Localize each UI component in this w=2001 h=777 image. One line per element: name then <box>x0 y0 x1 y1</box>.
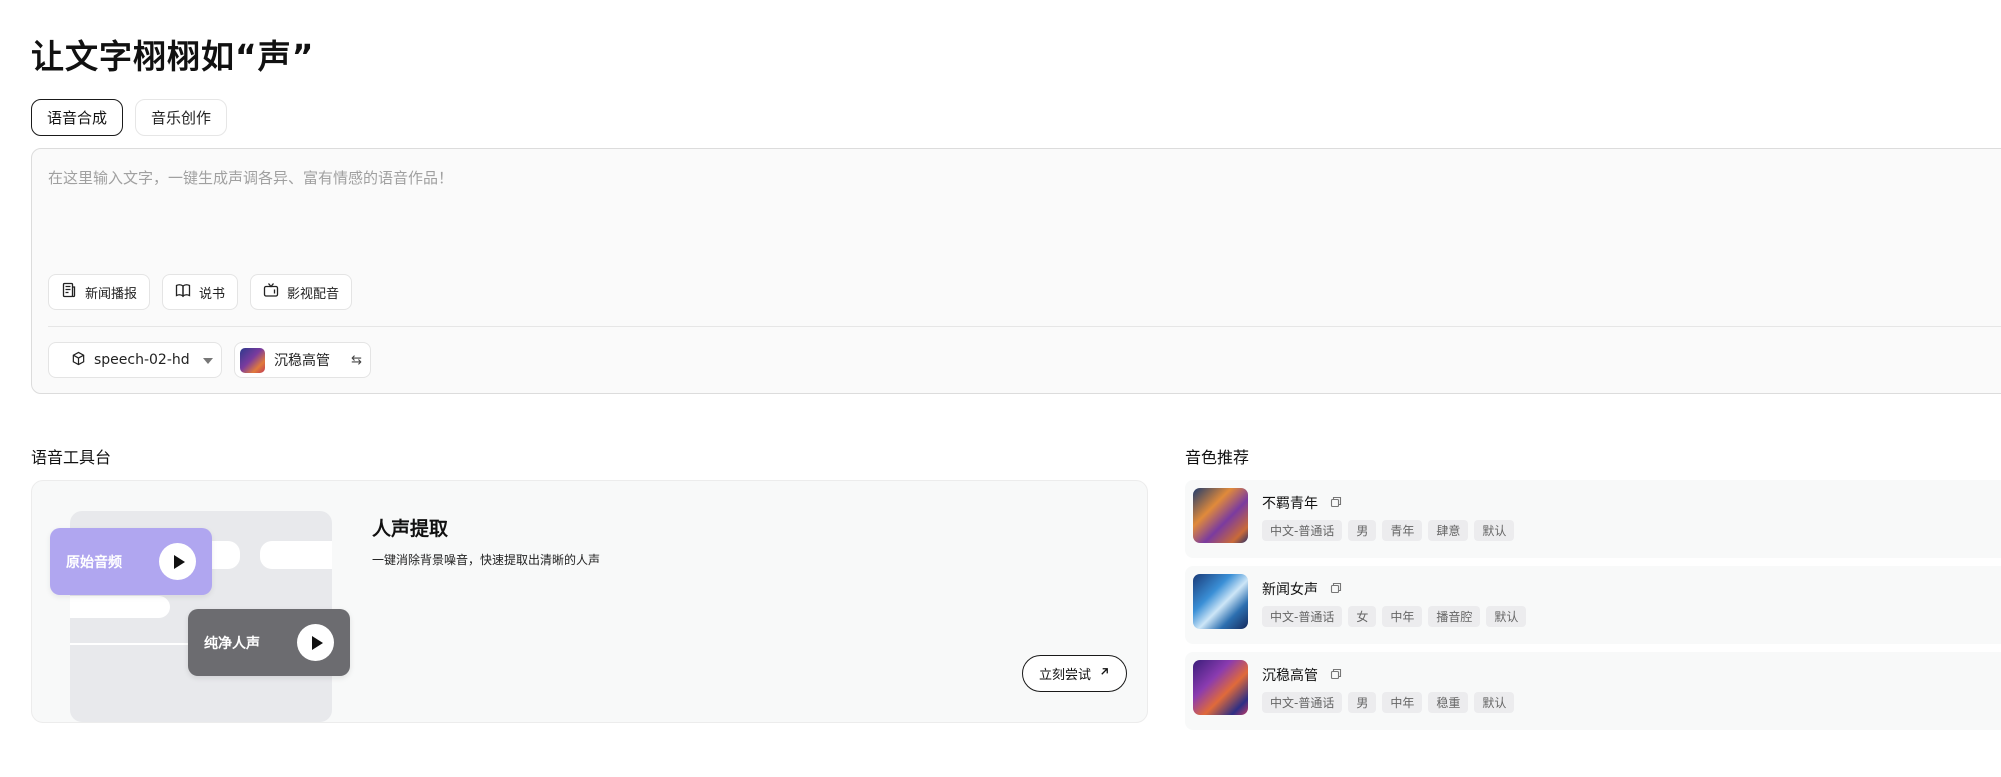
voice-tag: 中文-普通话 <box>1262 606 1343 627</box>
text-input[interactable] <box>48 169 1948 187</box>
copy-icon[interactable] <box>1330 582 1342 598</box>
scenario-chips: 新闻播报 说书 影视配音 <box>48 274 353 310</box>
voice-tag: 男 <box>1348 520 1377 541</box>
workbench-section-title: 语音工具台 <box>31 448 112 467</box>
swap-icon[interactable]: ⇆ <box>351 353 362 368</box>
voice-name: 沉稳高管 <box>1262 668 1318 684</box>
mode-tabs: 语音合成 音乐创作 <box>31 99 228 136</box>
voice-tags: 中文-普通话 男 青年 肆意 默认 <box>1262 520 1515 541</box>
voice-tag: 青年 <box>1382 520 1423 541</box>
news-broadcast-label: 新闻播报 <box>85 286 138 302</box>
voice-name-row: 不羁青年 <box>1262 493 1342 513</box>
editor-controls: speech-02-hd 沉稳高管 ⇆ <box>48 342 371 378</box>
voice-tags: 中文-普通话 女 中年 播音腔 默认 <box>1262 606 1527 627</box>
copy-icon[interactable] <box>1330 668 1342 684</box>
try-now-button[interactable]: 立刻尝试 <box>1021 655 1127 692</box>
voice-tag: 默认 <box>1474 520 1515 541</box>
voice-tag: 播音腔 <box>1428 606 1481 627</box>
voice-tag: 女 <box>1348 606 1377 627</box>
tv-icon <box>263 282 279 302</box>
newspaper-icon <box>61 282 77 302</box>
voice-tag: 默认 <box>1474 692 1515 713</box>
play-icon <box>311 635 323 650</box>
voice-tag: 默认 <box>1486 606 1527 627</box>
copy-icon[interactable] <box>1330 496 1342 512</box>
voice-tag: 稳重 <box>1428 692 1469 713</box>
news-broadcast-chip[interactable]: 新闻播报 <box>48 274 151 310</box>
model-select[interactable]: speech-02-hd <box>48 342 222 378</box>
storytelling-chip[interactable]: 说书 <box>162 274 239 310</box>
tab-music-creation[interactable]: 音乐创作 <box>135 99 228 136</box>
vocal-extraction-card: 原始音频 纯净人声 人声提取 一键消除背景噪音，快速提取出清晰的人声 立刻尝试 <box>31 480 1148 723</box>
voice-tag: 中年 <box>1382 606 1423 627</box>
voice-tags: 中文-普通话 男 中年 稳重 默认 <box>1262 692 1515 713</box>
tab-speech-synthesis[interactable]: 语音合成 <box>31 99 124 136</box>
voice-card[interactable]: 不羁青年 中文-普通话 男 青年 肆意 默认 <box>1185 480 2001 558</box>
voice-card[interactable]: 新闻女声 中文-普通话 女 中年 播音腔 默认 <box>1185 566 2001 644</box>
voice-thumbnail <box>1193 488 1248 543</box>
page-title: 让文字栩栩如“声” <box>31 37 315 76</box>
voice-tag: 中年 <box>1382 692 1423 713</box>
play-pure-button[interactable] <box>297 624 334 661</box>
play-icon <box>173 554 185 569</box>
tool-description: 一键消除背景噪音，快速提取出清晰的人声 <box>372 553 601 567</box>
pure-vocal-label: 纯净人声 <box>204 636 260 652</box>
text-editor-panel: 新闻播报 说书 影视配音 speech-02-hd 沉稳高管 ⇆ <box>31 148 2001 394</box>
voice-thumbnail <box>1193 574 1248 629</box>
try-now-label: 立刻尝试 <box>1038 668 1091 683</box>
voice-recommend-title: 音色推荐 <box>1185 448 1250 467</box>
pure-vocal-card: 纯净人声 <box>188 609 350 676</box>
voice-name: 不羁青年 <box>1262 496 1318 512</box>
voice-select[interactable]: 沉稳高管 ⇆ <box>234 342 371 378</box>
play-original-button[interactable] <box>159 543 196 580</box>
voice-tag: 男 <box>1348 692 1377 713</box>
model-value: speech-02-hd <box>94 352 190 368</box>
storytelling-label: 说书 <box>199 286 226 302</box>
voice-name-row: 新闻女声 <box>1262 579 1342 599</box>
voice-tag: 肆意 <box>1428 520 1469 541</box>
arrow-up-right-icon <box>1099 666 1110 681</box>
chevron-down-icon <box>203 358 213 364</box>
film-dubbing-chip[interactable]: 影视配音 <box>250 274 353 310</box>
original-audio-label: 原始音频 <box>66 555 122 571</box>
voice-recommend-list: 不羁青年 中文-普通话 男 青年 肆意 默认 新闻女声 中文-普通话 女 中年 … <box>1185 480 2001 738</box>
cube-icon <box>71 351 86 370</box>
voice-tag: 中文-普通话 <box>1262 520 1343 541</box>
editor-divider <box>48 326 2001 327</box>
film-dubbing-label: 影视配音 <box>287 286 340 302</box>
voice-thumbnail <box>1193 660 1248 715</box>
voice-name: 新闻女声 <box>1262 582 1318 598</box>
original-audio-card: 原始音频 <box>50 528 212 595</box>
book-open-icon <box>175 282 191 302</box>
tool-title: 人声提取 <box>372 518 449 540</box>
voice-card[interactable]: 沉稳高管 中文-普通话 男 中年 稳重 默认 <box>1185 652 2001 730</box>
voice-value: 沉稳高管 <box>274 353 330 369</box>
voice-avatar <box>240 347 265 373</box>
voice-tag: 中文-普通话 <box>1262 692 1343 713</box>
voice-name-row: 沉稳高管 <box>1262 665 1342 685</box>
